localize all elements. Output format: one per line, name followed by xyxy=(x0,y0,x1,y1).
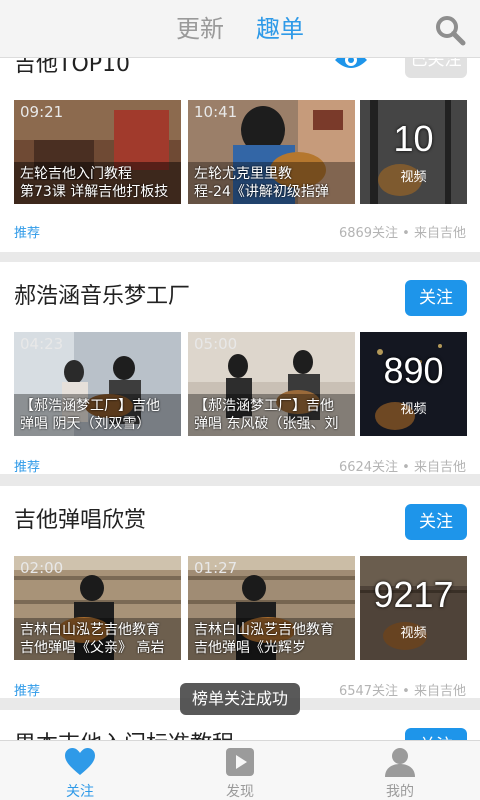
video-count: 9217 xyxy=(373,574,454,615)
video-title: 【郝浩涵梦工厂】吉他 弹唱 阴天（刘双雪） xyxy=(20,398,160,432)
eye-icon xyxy=(335,58,367,68)
video-thumbnail[interactable]: 01:27 吉林白山泓艺吉他教育 吉他弹唱《光辉岁 xyxy=(188,556,355,660)
playlist-title[interactable]: 吉他TOP10 xyxy=(14,58,130,80)
recommend-tag: 推荐 xyxy=(14,226,41,241)
playlist-card: 郝浩涵音乐梦工厂 关注 04:23 【郝浩涵梦工厂】吉他 弹唱 阴天（刘双雪） xyxy=(0,262,480,475)
play-icon xyxy=(226,748,254,776)
video-count-label: 视频 xyxy=(400,626,427,641)
video-count-label: 视频 xyxy=(400,402,427,417)
nav-label: 关注 xyxy=(66,784,94,800)
follow-button[interactable]: 关注 xyxy=(405,504,467,540)
video-thumbnail[interactable]: 02:00 吉林白山泓艺吉他教育 吉他弹唱《父亲》 高岩 xyxy=(14,556,181,660)
video-title: 左轮吉他入门教程 第73课 详解吉他打板技 xyxy=(20,166,169,200)
playlist-feed[interactable]: 吉他TOP10 已关注 09:21 左轮吉他入门教程 第73课 详解吉他打板技 xyxy=(0,58,480,740)
playlist-title[interactable]: 吉他弹唱欣赏 xyxy=(14,506,146,536)
nav-label: 发现 xyxy=(226,784,254,800)
tab-updates[interactable]: 更新 xyxy=(176,12,224,46)
playlist-card: 吉他TOP10 已关注 09:21 左轮吉他入门教程 第73课 详解吉他打板技 xyxy=(0,58,480,252)
video-duration: 01:27 xyxy=(194,559,238,577)
playlist-meta: 6547关注 • 来自吉他 xyxy=(338,684,466,699)
nav-discover[interactable]: 发现 xyxy=(160,741,320,800)
video-title: 【郝浩涵梦工厂】吉他 弹唱 东风破（张强、刘 xyxy=(194,398,339,432)
person-icon xyxy=(385,748,415,777)
video-count-tile[interactable]: 890 视频 xyxy=(360,332,467,436)
nav-label: 我的 xyxy=(386,784,414,800)
video-thumbnail[interactable]: 04:23 【郝浩涵梦工厂】吉他 弹唱 阴天（刘双雪） xyxy=(14,332,181,436)
video-count-label: 视频 xyxy=(400,170,427,185)
playlist-card: 吉他弹唱欣赏 关注 02:00 吉林白山泓艺吉他教育 吉他弹唱《父亲》 高岩 0… xyxy=(0,486,480,699)
video-count: 10 xyxy=(393,118,434,159)
video-thumbnail[interactable]: 05:00 【郝浩涵梦工厂】吉他 弹唱 东风破（张强、刘 xyxy=(188,332,355,436)
toast-message: 榜单关注成功 xyxy=(180,683,300,715)
follow-button[interactable]: 关注 xyxy=(405,728,467,740)
video-title: 吉林白山泓艺吉他教育 吉他弹唱《父亲》 高岩 xyxy=(20,622,165,656)
followed-button[interactable]: 已关注 xyxy=(405,58,467,78)
heart-icon xyxy=(65,748,95,775)
video-thumbnail[interactable]: 10:41 左轮尤克里里教 程-24《讲解初级指弹 xyxy=(188,100,355,204)
search-icon[interactable] xyxy=(432,12,468,48)
video-duration: 04:23 xyxy=(20,335,64,353)
follow-button[interactable]: 关注 xyxy=(405,280,467,316)
playlist-title[interactable]: 郝浩涵音乐梦工厂 xyxy=(14,282,190,312)
video-thumbnail[interactable]: 09:21 左轮吉他入门教程 第73课 详解吉他打板技 xyxy=(14,100,181,204)
bottom-navigation: 关注 发现 我的 xyxy=(0,740,480,800)
video-title: 吉林白山泓艺吉他教育 吉他弹唱《光辉岁 xyxy=(194,622,334,656)
video-duration: 05:00 xyxy=(194,335,238,353)
playlist-meta: 6869关注 • 来自吉他 xyxy=(338,226,466,241)
video-duration: 09:21 xyxy=(20,103,64,121)
nav-mine[interactable]: 我的 xyxy=(320,741,480,800)
recommend-tag: 推荐 xyxy=(14,460,41,475)
video-duration: 10:41 xyxy=(194,103,238,121)
playlist-title[interactable]: 男本吉他入门标准教程 xyxy=(14,730,234,740)
playlist-meta: 6624关注 • 来自吉他 xyxy=(338,460,466,475)
video-duration: 02:00 xyxy=(20,559,64,577)
recommend-tag: 推荐 xyxy=(14,684,41,699)
top-tab-bar: 更新 趣单 xyxy=(0,0,480,58)
nav-follow[interactable]: 关注 xyxy=(0,741,160,800)
video-count-tile[interactable]: 9217 视频 xyxy=(360,556,467,660)
video-count: 890 xyxy=(383,350,444,391)
video-title: 左轮尤克里里教 程-24《讲解初级指弹 xyxy=(194,166,329,200)
tab-playlists[interactable]: 趣单 xyxy=(256,12,304,46)
video-count-tile[interactable]: 10 视频 xyxy=(360,100,467,204)
